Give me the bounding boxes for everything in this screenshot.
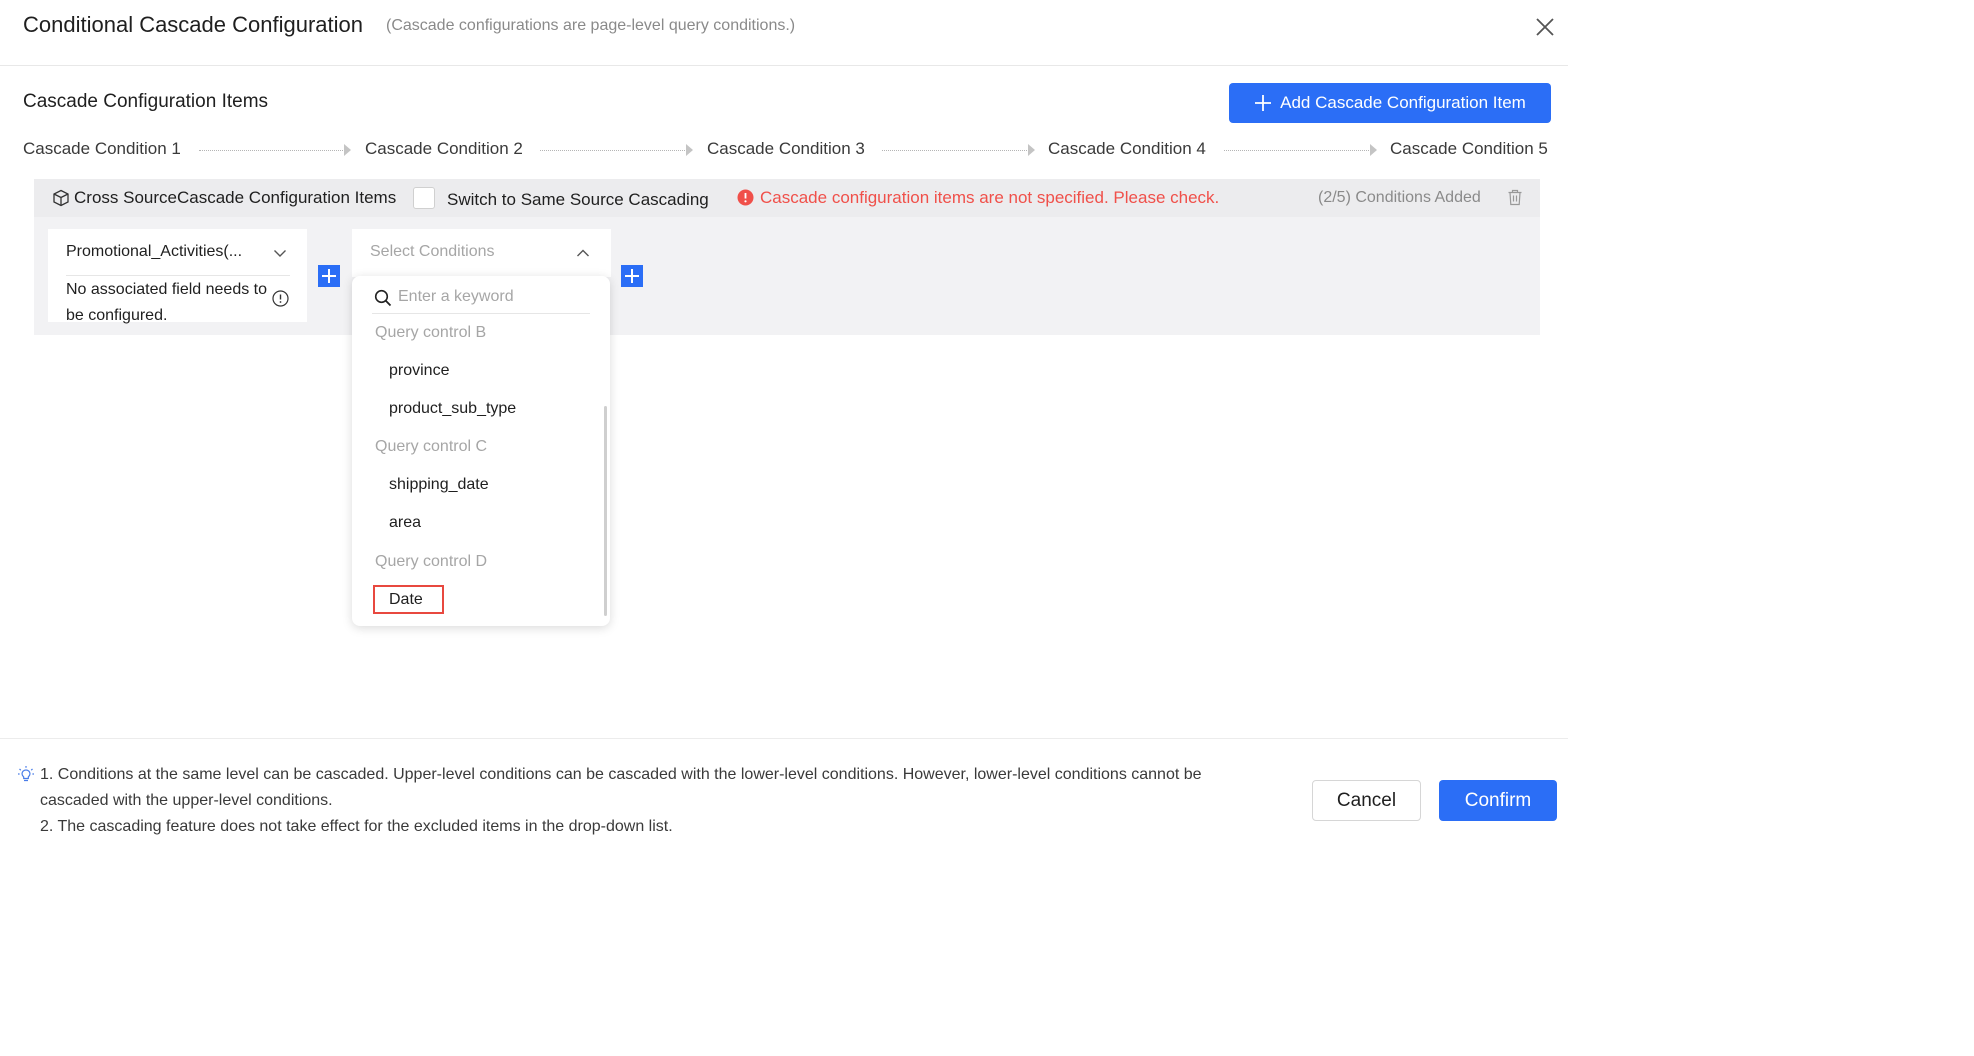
option-province[interactable]: province: [389, 362, 449, 380]
condition-dropdown: Query control B province product_sub_typ…: [352, 276, 610, 626]
cancel-button[interactable]: Cancel: [1312, 780, 1421, 821]
group-label-query-control-c: Query control C: [375, 438, 488, 455]
option-date[interactable]: Date: [389, 591, 423, 609]
option-area[interactable]: area: [389, 514, 421, 532]
step-cascade-condition-1: Cascade Condition 1: [23, 139, 181, 158]
step-cascade-condition-5: Cascade Condition 5: [1390, 139, 1548, 158]
add-cascade-item-label: Add Cascade Configuration Item: [1280, 93, 1526, 112]
footer-tip-line-2: cascaded with the upper-level conditions…: [40, 792, 333, 809]
step-connector: [199, 150, 343, 151]
config-item-title: Cross SourceCascade Configuration Items: [74, 188, 397, 207]
condition-2-placeholder: Select Conditions: [370, 243, 495, 260]
footer-divider: [0, 738, 1568, 739]
config-item-header: Cross SourceCascade Configuration Items …: [34, 179, 1540, 217]
step-arrow-icon: [686, 144, 693, 156]
footer-tip-line-3: 2. The cascading feature does not take e…: [40, 818, 673, 835]
group-label-query-control-b: Query control B: [375, 324, 487, 341]
option-shipping-date[interactable]: shipping_date: [389, 476, 489, 494]
same-source-checkbox[interactable]: [413, 187, 435, 209]
chevron-down-icon: [274, 250, 286, 257]
trash-icon[interactable]: [1507, 189, 1523, 206]
cube-icon: [52, 189, 70, 207]
conditions-count: (2/5) Conditions Added: [1318, 189, 1481, 206]
add-cascade-item-button[interactable]: Add Cascade Configuration Item: [1229, 83, 1551, 123]
dropdown-search: [372, 280, 590, 314]
step-connector: [540, 150, 685, 151]
lightbulb-icon: [17, 765, 35, 783]
step-arrow-icon: [1028, 144, 1035, 156]
search-icon: [374, 289, 392, 307]
step-arrow-icon: [344, 144, 351, 156]
error-icon: [737, 189, 754, 206]
dropdown-search-input[interactable]: [398, 283, 588, 311]
dropdown-scrollbar[interactable]: [604, 406, 607, 616]
info-icon[interactable]: [272, 290, 289, 307]
plus-icon: [1255, 95, 1272, 111]
condition-1-note: No associated field needs to be configur…: [66, 281, 268, 324]
same-source-label[interactable]: Switch to Same Source Cascading: [447, 190, 709, 210]
add-condition-after-1-button[interactable]: [318, 265, 340, 287]
add-condition-after-2-button[interactable]: [621, 265, 643, 287]
step-cascade-condition-4: Cascade Condition 4: [1048, 139, 1206, 158]
step-connector: [1224, 150, 1369, 151]
group-label-query-control-d: Query control D: [375, 553, 488, 570]
step-cascade-condition-3: Cascade Condition 3: [707, 139, 865, 158]
condition-2-card: Select Conditions: [352, 229, 611, 277]
section-title: Cascade Configuration Items: [23, 91, 269, 112]
dialog-title: Conditional Cascade Configuration: [23, 12, 363, 37]
option-product-sub-type[interactable]: product_sub_type: [389, 400, 516, 418]
footer-tip-line-1: 1. Conditions at the same level can be c…: [40, 766, 1202, 783]
dialog-header: Conditional Cascade Configuration (Casca…: [0, 0, 1568, 66]
confirm-button[interactable]: Confirm: [1439, 780, 1557, 821]
dialog-subtitle: (Cascade configurations are page-level q…: [386, 17, 796, 34]
close-icon[interactable]: [1532, 14, 1558, 40]
condition-1-value: Promotional_Activities(...: [66, 243, 243, 260]
chevron-up-icon: [577, 249, 589, 257]
divider: [66, 275, 290, 276]
step-arrow-icon: [1370, 144, 1377, 156]
step-connector: [882, 150, 1027, 151]
condition-1-select[interactable]: Promotional_Activities(...: [66, 241, 290, 265]
condition-2-select[interactable]: Select Conditions: [370, 241, 594, 265]
condition-1-card: Promotional_Activities(... No associated…: [48, 229, 307, 324]
error-message: Cascade configuration items are not spec…: [760, 188, 1220, 207]
step-cascade-condition-2: Cascade Condition 2: [365, 139, 523, 158]
